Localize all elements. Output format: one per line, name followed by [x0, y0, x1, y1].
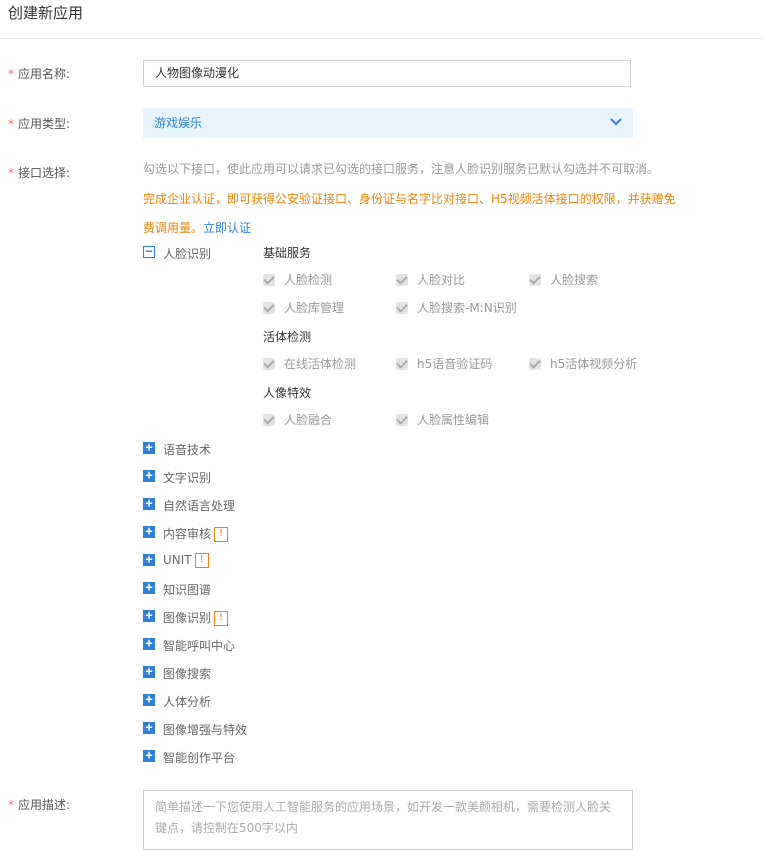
checkbox-checked-disabled [396, 274, 408, 286]
option-face-compare[interactable]: 人脸对比 [396, 271, 465, 288]
app-name-input[interactable]: 人物图像动漫化 [143, 60, 631, 87]
category-nlp[interactable]: 自然语言处理 [163, 497, 235, 514]
category-image-recognition[interactable]: 图像识别! [163, 609, 229, 626]
app-name-label: * 应用名称: [8, 67, 71, 81]
warning-icon: ! [214, 527, 229, 542]
group-title-basic: 基础服务 [263, 246, 312, 260]
checkbox-checked-disabled [396, 302, 408, 314]
category-knowledge-graph[interactable]: 知识图谱 [163, 581, 211, 598]
page-title: 创建新应用 [8, 4, 84, 22]
option-face-search[interactable]: 人脸搜索 [529, 271, 598, 288]
checkbox-checked-disabled [263, 414, 275, 426]
expand-toggle-knowledge-graph[interactable]: + [143, 581, 155, 594]
enterprise-promo: 完成企业认证，即可获得公安验证接口、身份证与名字比对接口、H5视频活体接口的权限… [143, 185, 683, 243]
expand-toggle-image-enhance[interactable]: + [143, 721, 155, 734]
expand-toggle-call-center[interactable]: + [143, 637, 155, 650]
checkbox-checked-disabled [263, 274, 275, 286]
category-image-enhance[interactable]: 图像增强与特效 [163, 721, 247, 738]
chevron-down-icon [610, 118, 622, 126]
option-face-attr-edit[interactable]: 人脸属性编辑 [396, 411, 489, 428]
expand-toggle-ocr[interactable]: + [143, 469, 155, 482]
title-divider [0, 38, 764, 39]
expand-toggle-image-search[interactable]: + [143, 665, 155, 678]
certify-link[interactable]: 立即认证 [203, 221, 251, 235]
app-type-label: * 应用类型: [8, 117, 71, 131]
app-type-value: 游戏娱乐 [154, 116, 203, 130]
option-face-detect[interactable]: 人脸检测 [263, 271, 332, 288]
expand-toggle-image-recognition[interactable]: + [143, 609, 155, 622]
app-desc-label: * 应用描述: [8, 798, 71, 812]
category-content-audit[interactable]: 内容审核! [163, 525, 229, 542]
warning-icon: ! [214, 611, 229, 626]
option-h5-voice-code[interactable]: h5语音验证码 [396, 355, 492, 372]
checkbox-checked-disabled [529, 274, 541, 286]
face-category-label[interactable]: 人脸识别 [163, 245, 211, 262]
api-select-label: * 接口选择: [8, 166, 71, 180]
option-face-search-mn[interactable]: 人脸搜索-M:N识别 [396, 299, 517, 316]
option-online-liveness[interactable]: 在线活体检测 [263, 355, 356, 372]
checkbox-checked-disabled [396, 358, 408, 370]
category-body-analysis[interactable]: 人体分析 [163, 693, 211, 710]
group-title-portrait-effects: 人像特效 [263, 386, 312, 400]
api-select-hint: 勾选以下接口，使此应用可以请求已勾选的接口服务，注意人脸识别服务已默认勾选并不可… [143, 162, 660, 176]
checkbox-checked-disabled [396, 414, 408, 426]
checkbox-checked-disabled [529, 358, 541, 370]
collapse-face-toggle[interactable]: − [143, 245, 155, 258]
checkbox-checked-disabled [263, 358, 275, 370]
category-call-center[interactable]: 智能呼叫中心 [163, 637, 235, 654]
warning-icon: ! [194, 553, 209, 568]
category-creative-platform[interactable]: 智能创作平台 [163, 749, 235, 766]
expand-toggle-speech[interactable]: + [143, 441, 155, 454]
category-ocr[interactable]: 文字识别 [163, 469, 211, 486]
app-type-select[interactable]: 游戏娱乐 [143, 108, 633, 138]
category-image-search[interactable]: 图像搜索 [163, 665, 211, 682]
expand-toggle-nlp[interactable]: + [143, 497, 155, 510]
option-face-library[interactable]: 人脸库管理 [263, 299, 344, 316]
expand-toggle-unit[interactable]: + [143, 553, 155, 566]
category-speech[interactable]: 语音技术 [163, 441, 211, 458]
option-h5-video-liveness[interactable]: h5活体视频分析 [529, 355, 637, 372]
expand-toggle-content-audit[interactable]: + [143, 525, 155, 538]
category-unit[interactable]: UNIT! [163, 553, 209, 568]
checkbox-checked-disabled [263, 302, 275, 314]
expand-toggle-body-analysis[interactable]: + [143, 693, 155, 706]
option-face-merge[interactable]: 人脸融合 [263, 411, 332, 428]
app-desc-textarea[interactable]: 简单描述一下您使用人工智能服务的应用场景，如开发一款美颜相机，需要检测人脸关键点… [143, 790, 633, 850]
group-title-liveness: 活体检测 [263, 330, 312, 344]
expand-toggle-creative-platform[interactable]: + [143, 749, 155, 762]
